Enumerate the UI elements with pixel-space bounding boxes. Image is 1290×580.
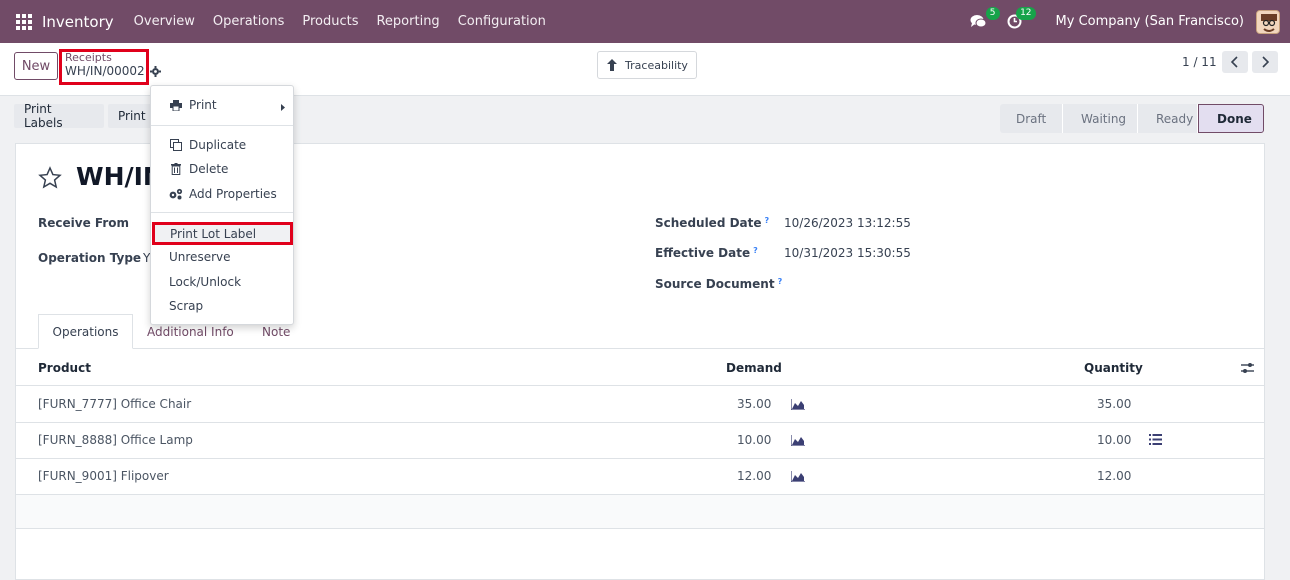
quantity-cell: 12.00 xyxy=(1097,469,1132,483)
favorite-star-icon[interactable] xyxy=(38,166,62,194)
scheduled-date-value[interactable]: 10/26/2023 13:12:55 xyxy=(784,216,911,230)
breadcrumb-receipts-link[interactable]: Receipts xyxy=(65,51,143,64)
forecast-chart-icon[interactable] xyxy=(790,435,805,450)
menu-item-print-label: Print xyxy=(189,98,217,112)
activity-clock-icon[interactable]: 12 xyxy=(1004,6,1036,33)
user-avatar[interactable] xyxy=(1256,9,1280,34)
menu-item-duplicate-label: Duplicate xyxy=(189,138,247,152)
cogs-icon xyxy=(169,188,183,200)
stage-waiting[interactable]: Waiting xyxy=(1063,104,1138,133)
activity-count-badge: 12 xyxy=(1016,6,1036,20)
empty-table-row xyxy=(16,495,1264,529)
forecast-chart-icon[interactable] xyxy=(790,399,805,414)
demand-cell: 12.00 xyxy=(737,469,772,483)
top-navbar: Inventory Overview Operations Products R… xyxy=(0,0,1290,43)
company-switcher[interactable]: My Company (San Francisco) xyxy=(1056,14,1244,29)
trash-icon xyxy=(169,163,183,175)
menu-item-print[interactable]: Print xyxy=(151,94,293,116)
detailed-operations-list-icon[interactable] xyxy=(1149,434,1162,449)
chat-count-badge: 5 xyxy=(985,6,1000,20)
menu-item-print-lot-label[interactable]: Print Lot Label xyxy=(152,222,293,245)
table-row[interactable]: [FURN_7777] Office Chair 35.00 35.00 xyxy=(16,386,1264,423)
menu-operations[interactable]: Operations xyxy=(213,14,284,29)
demand-cell: 10.00 xyxy=(737,433,772,447)
column-quantity[interactable]: Quantity xyxy=(1084,361,1143,375)
menu-configuration[interactable]: Configuration xyxy=(458,14,546,29)
scheduled-date-label: Scheduled Date? xyxy=(655,216,770,230)
breadcrumb: Receipts WH/IN/00002 xyxy=(59,49,149,85)
pager-value[interactable]: 1 / 11 xyxy=(1182,55,1217,69)
quantity-cell: 10.00 xyxy=(1097,433,1132,447)
effective-date-value: 10/31/2023 15:30:55 xyxy=(784,246,911,260)
status-bar: Draft Waiting Ready Done xyxy=(1000,104,1264,133)
menu-item-delete[interactable]: Delete xyxy=(151,158,293,180)
stage-done[interactable]: Done xyxy=(1198,104,1264,133)
product-cell: [FURN_7777] Office Chair xyxy=(38,397,192,411)
menu-reporting[interactable]: Reporting xyxy=(376,14,439,29)
menu-item-duplicate[interactable]: Duplicate xyxy=(151,134,293,156)
effective-date-label: Effective Date? xyxy=(655,246,758,260)
new-button[interactable]: New xyxy=(14,52,58,80)
column-demand[interactable]: Demand xyxy=(726,361,782,375)
stage-ready[interactable]: Ready xyxy=(1138,104,1198,133)
table-header: Product Demand Quantity xyxy=(16,350,1264,386)
traceability-button[interactable]: Traceability xyxy=(597,51,697,79)
chevron-right-icon xyxy=(1262,56,1269,68)
tab-operations[interactable]: Operations xyxy=(38,314,133,349)
print-labels-button[interactable]: Print Labels xyxy=(14,102,104,130)
arrow-up-icon xyxy=(607,59,618,71)
operation-type-label: Operation Type xyxy=(38,251,142,265)
caret-right-icon xyxy=(281,100,285,114)
apps-menu-icon[interactable] xyxy=(16,13,32,30)
printer-icon xyxy=(169,99,183,111)
traceability-label: Traceability xyxy=(625,58,688,72)
help-icon[interactable]: ? xyxy=(753,246,758,255)
menu-item-add-properties[interactable]: Add Properties xyxy=(151,183,293,205)
breadcrumb-current-record: WH/IN/00002 xyxy=(65,64,145,78)
demand-cell: 35.00 xyxy=(737,397,772,411)
table-row[interactable]: [FURN_8888] Office Lamp 10.00 10.00 xyxy=(16,422,1264,459)
menu-item-lock-unlock[interactable]: Lock/Unlock xyxy=(151,271,293,293)
product-cell: [FURN_9001] Flipover xyxy=(38,469,169,483)
quantity-cell: 35.00 xyxy=(1097,397,1132,411)
stage-draft[interactable]: Draft xyxy=(1000,104,1063,133)
chevron-left-icon xyxy=(1231,56,1238,68)
menu-item-add-properties-label: Add Properties xyxy=(189,187,277,201)
help-icon[interactable]: ? xyxy=(778,277,783,286)
menu-item-unreserve[interactable]: Unreserve xyxy=(151,246,293,268)
receive-from-label: Receive From xyxy=(38,216,129,230)
actions-dropdown-menu: Print Duplicate Delete Add Properties Pr… xyxy=(150,85,294,325)
help-icon[interactable]: ? xyxy=(765,216,770,225)
source-document-label: Source Document? xyxy=(655,277,783,291)
menu-overview[interactable]: Overview xyxy=(134,14,195,29)
pager-next-button[interactable] xyxy=(1252,51,1278,73)
gear-icon[interactable] xyxy=(150,66,161,81)
menu-item-scrap[interactable]: Scrap xyxy=(151,295,293,317)
product-cell: [FURN_8888] Office Lamp xyxy=(38,433,193,447)
menu-products[interactable]: Products xyxy=(302,14,358,29)
copy-icon xyxy=(169,139,183,151)
pager-previous-button[interactable] xyxy=(1222,51,1248,73)
app-title[interactable]: Inventory xyxy=(42,13,114,31)
table-row[interactable]: [FURN_9001] Flipover 12.00 12.00 xyxy=(16,458,1264,495)
menu-item-delete-label: Delete xyxy=(189,162,229,176)
forecast-chart-icon[interactable] xyxy=(790,471,805,486)
column-product[interactable]: Product xyxy=(38,361,91,375)
optional-columns-icon[interactable] xyxy=(1241,362,1254,378)
chat-icon[interactable]: 5 xyxy=(968,6,1000,33)
print-button[interactable]: Print xyxy=(108,104,152,128)
